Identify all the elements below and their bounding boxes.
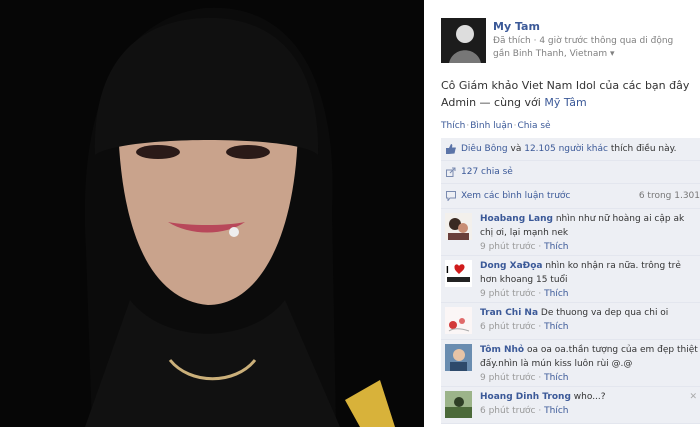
likes-text: Diêu Bông và 12.105 người khác thích điề… — [461, 144, 677, 154]
post-actions: Thích·Bình luận·Chia sẻ — [441, 121, 551, 131]
comment-link[interactable]: Bình luận — [470, 121, 512, 131]
commenter-avatar-image — [445, 307, 472, 334]
thumbs-up-icon — [446, 144, 456, 154]
commenter-name[interactable]: Hoang Dinh Trong — [480, 392, 571, 402]
comment-time[interactable]: 6 phút trước — [480, 322, 536, 332]
commenter-name[interactable]: Dong XaĐọa — [480, 261, 542, 271]
comment-item: I Dong XaĐọa nhìn ko nhận ra nữa. trông … — [441, 256, 700, 303]
liker-link[interactable]: Diêu Bông — [461, 144, 508, 154]
likes-conjunction: và — [510, 144, 522, 154]
separator: · — [538, 406, 542, 416]
tagged-person-link[interactable]: Mỹ Tâm — [544, 96, 586, 109]
commenter-avatar[interactable] — [445, 344, 472, 371]
commenter-avatar-image — [445, 391, 472, 418]
comment-time[interactable]: 6 phút trước — [480, 406, 536, 416]
share-link[interactable]: Chia sẻ — [517, 121, 550, 131]
commenter-name[interactable]: Tran Chi Na — [480, 308, 538, 318]
comment-text: who...? — [573, 392, 606, 402]
comment-like-link[interactable]: Thích — [544, 406, 568, 416]
portrait-image — [0, 0, 424, 427]
comment-time[interactable]: 9 phút trước — [480, 242, 536, 252]
commenter-avatar[interactable] — [445, 307, 472, 334]
comment-item: Hoang Dinh Trong who...? 6 phút trước · … — [441, 387, 700, 424]
comment-body: Hoabang Lang nhìn như nữ hoàng ai cập ak… — [480, 212, 698, 254]
commenter-name[interactable]: Tôm Nhỏ — [480, 345, 524, 355]
comment-count: 6 trong 1.301 — [638, 191, 700, 201]
shares-count[interactable]: 127 chia sẻ — [461, 167, 513, 177]
view-previous-text[interactable]: Xem các bình luận trước — [461, 191, 570, 201]
remove-comment-icon[interactable]: ✕ — [689, 392, 697, 402]
others-link[interactable]: 12.105 người khác — [524, 144, 608, 154]
i-love-nam-dinh-avatar: I — [445, 260, 472, 287]
author-avatar-image — [441, 18, 486, 63]
separator: · — [538, 322, 542, 332]
svg-text:I: I — [446, 265, 449, 276]
separator: · — [538, 289, 542, 299]
likes-tail: thích điều này. — [610, 144, 677, 154]
separator: · — [538, 242, 542, 252]
commenter-avatar-image — [445, 344, 472, 371]
post-meta: Đã thích · 4 giờ trước thông qua di động… — [493, 36, 674, 59]
separator: · — [538, 373, 542, 383]
comment-like-link[interactable]: Thích — [544, 289, 568, 299]
comment-item: Tôm Nhỏ oa oa oa.thần tượng của em đẹp t… — [441, 340, 700, 387]
author-name[interactable]: My Tam — [493, 20, 540, 33]
comment-like-link[interactable]: Thích — [544, 322, 568, 332]
commenter-avatar[interactable] — [445, 391, 472, 418]
comment-body: Dong XaĐọa nhìn ko nhận ra nữa. trông tr… — [480, 259, 698, 301]
like-link[interactable]: Thích — [441, 121, 465, 131]
comment-item: Tran Chi Na De thuong va dep qua chi oi … — [441, 303, 700, 340]
likes-row: Diêu Bông và 12.105 người khác thích điề… — [441, 138, 700, 161]
comment-item: Hoabang Lang nhìn như nữ hoàng ai cập ak… — [441, 209, 700, 256]
comment-body: Hoang Dinh Trong who...? 6 phút trước · … — [480, 390, 698, 418]
commenter-avatar[interactable] — [445, 213, 472, 240]
separator: · — [466, 121, 470, 131]
comment-like-link[interactable]: Thích — [544, 373, 568, 383]
shares-link[interactable]: 127 chia sẻ — [461, 167, 513, 177]
previous-comments-row: Xem các bình luận trước 6 trong 1.301 — [441, 184, 700, 209]
view-previous-comments-link[interactable]: Xem các bình luận trước — [461, 191, 570, 201]
comment-bubble-icon — [446, 191, 456, 201]
post-caption: Cô Giám khảo Viet Nam Idol của các bạn đ… — [441, 77, 691, 111]
comment-time[interactable]: 9 phút trước — [480, 373, 536, 383]
post-panel: My Tam Đã thích · 4 giờ trước thông qua … — [424, 0, 700, 427]
share-icon — [446, 167, 456, 177]
comment-time[interactable]: 9 phút trước — [480, 289, 536, 299]
comment-text: De thuong va dep qua chi oi — [540, 308, 669, 318]
commenter-avatar[interactable]: I — [445, 260, 472, 287]
shares-row: 127 chia sẻ — [441, 161, 700, 184]
commenter-name[interactable]: Hoabang Lang — [480, 214, 553, 224]
comment-like-link[interactable]: Thích — [544, 242, 568, 252]
post-photo[interactable] — [0, 0, 424, 427]
post-header: My Tam Đã thích · 4 giờ trước thông qua … — [441, 18, 691, 68]
commenter-avatar-image — [445, 213, 472, 240]
comment-body: Tôm Nhỏ oa oa oa.thần tượng của em đẹp t… — [480, 343, 698, 385]
feedback-box: Diêu Bông và 12.105 người khác thích điề… — [441, 138, 700, 424]
author-avatar[interactable] — [441, 18, 486, 63]
comment-body: Tran Chi Na De thuong va dep qua chi oi … — [480, 306, 698, 334]
